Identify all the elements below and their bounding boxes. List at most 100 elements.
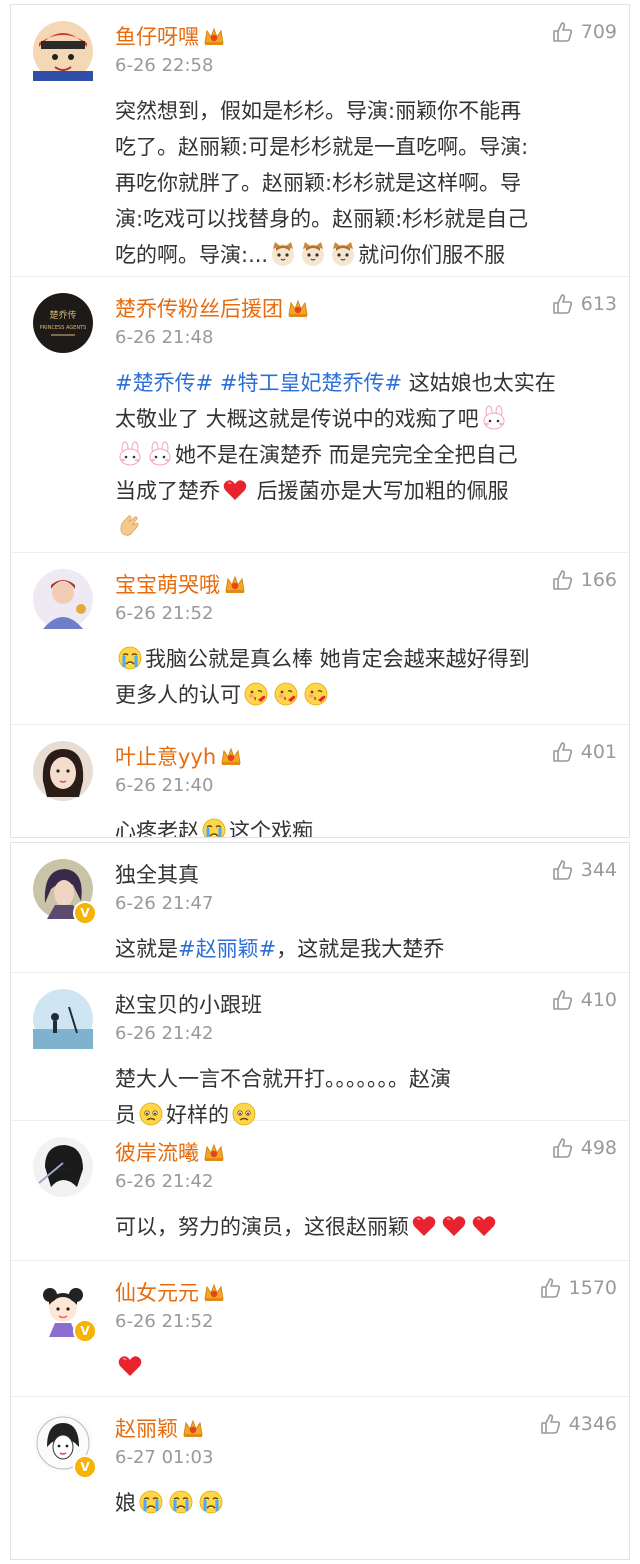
- hashtag-link[interactable]: #赵丽颖#: [178, 937, 276, 961]
- crying-emoji-icon: [168, 1489, 194, 1515]
- red-heart-icon: [222, 477, 248, 503]
- like-button[interactable]: 1570: [539, 1277, 617, 1299]
- silhouette-avatar[interactable]: [33, 989, 93, 1049]
- thumbs-up-icon: [551, 859, 573, 881]
- sketch-girl-avatar[interactable]: [33, 1137, 93, 1197]
- vip-crown-icon: [203, 1142, 225, 1162]
- username[interactable]: 赵宝贝的小跟班: [115, 989, 262, 1019]
- thumbs-up-icon: [539, 1277, 561, 1299]
- like-count: 1570: [568, 1277, 617, 1299]
- comment-text-segment: 吃的啊。导演:...: [115, 243, 269, 267]
- svg-text:楚乔传: 楚乔传: [49, 309, 76, 321]
- username[interactable]: 楚乔传粉丝后援团: [115, 293, 309, 323]
- like-button[interactable]: 401: [551, 741, 617, 763]
- username-label: 楚乔传粉丝后援团: [115, 297, 283, 321]
- username[interactable]: 叶止意yyh: [115, 741, 242, 771]
- comment-panel-bottom: V 独全其真 6-26 21:47 344 这就是#赵丽颖#，这就是我大楚乔 赵宝贝的小跟…: [10, 842, 630, 1560]
- crying-emoji-icon: [117, 645, 143, 671]
- verified-badge-icon: V: [73, 1455, 97, 1479]
- like-button[interactable]: 4346: [539, 1413, 617, 1435]
- like-count: 498: [580, 1137, 617, 1159]
- like-button[interactable]: 709: [551, 21, 617, 43]
- comment-item: V 仙女元元 6-26 21:52 1570: [11, 1261, 629, 1397]
- bunny-emoji-icon: [147, 441, 173, 467]
- comment-text-segment: ，这就是我大楚乔: [276, 937, 445, 961]
- like-count: 401: [580, 741, 617, 763]
- comment-text-segment: 演:吃戏可以找替身的。赵丽颖:杉杉就是自己: [115, 207, 529, 231]
- thumbs-up-icon: [551, 989, 573, 1011]
- woman-avatar[interactable]: [33, 569, 93, 629]
- comment-timestamp: 6-27 01:03: [115, 1447, 214, 1468]
- comment-text-segment: 楚大人一言不合就开打。。。。。。。赵演: [115, 1067, 451, 1091]
- crying-emoji-icon: [201, 817, 227, 837]
- username-label: 叶止意yyh: [115, 745, 217, 769]
- username-label: 独全其真: [115, 863, 199, 887]
- thumbs-up-icon: [551, 569, 573, 591]
- cartoon-boy-avatar[interactable]: [33, 21, 93, 81]
- red-heart-icon: [471, 1213, 497, 1239]
- comment-timestamp: 6-26 21:42: [115, 1023, 214, 1044]
- bunny-emoji-icon: [481, 405, 507, 431]
- username[interactable]: 赵丽颖: [115, 1413, 204, 1443]
- comment-panel-top: 鱼仔呀嘿 6-26 22:58 709 突然想到，假如是杉杉。导演:丽颖你不能再 吃了。…: [10, 4, 630, 838]
- thumbs-up-icon: [551, 21, 573, 43]
- kiss-emoji-icon: [303, 681, 329, 707]
- username-label: 赵丽颖: [115, 1417, 178, 1441]
- comment-timestamp: 6-26 21:48: [115, 327, 214, 348]
- fanclub-logo-avatar[interactable]: 楚乔传 PRINCESS AGENTS: [33, 293, 93, 353]
- thumbs-up-icon: [551, 1137, 573, 1159]
- comment-text-segment: 吃了。赵丽颖:可是杉杉就是一直吃啊。导演:: [115, 135, 529, 159]
- comment-item: 彼岸流曦 6-26 21:42 498 可以，努力的演员，这很赵丽颖: [11, 1121, 629, 1261]
- verified-badge-icon: V: [73, 1319, 97, 1343]
- clapping-hands-icon: [117, 513, 143, 539]
- username-label: 彼岸流曦: [115, 1141, 199, 1165]
- like-button[interactable]: 166: [551, 569, 617, 591]
- username[interactable]: 仙女元元: [115, 1277, 225, 1307]
- svg-text:PRINCESS AGENTS: PRINCESS AGENTS: [40, 325, 87, 331]
- comment-text-segment: 再吃你就胖了。赵丽颖:杉杉就是这样啊。导: [115, 171, 522, 195]
- vip-crown-icon: [220, 746, 242, 766]
- kiss-emoji-icon: [243, 681, 269, 707]
- cat-emoji-icon: [330, 241, 356, 267]
- comment-text: [115, 1349, 609, 1385]
- like-button[interactable]: 410: [551, 989, 617, 1011]
- comment-timestamp: 6-26 21:52: [115, 603, 214, 624]
- red-heart-icon: [117, 1353, 143, 1379]
- comment-timestamp: 6-26 22:58: [115, 55, 214, 76]
- comment-text: 我脑公就是真么棒 她肯定会越来越好得到更多人的认可: [115, 641, 609, 713]
- thumbs-up-icon: [551, 741, 573, 763]
- comment-item: V 赵丽颖 6-27 01:03 4346 娘: [11, 1397, 629, 1559]
- comment-text: 心疼老赵 这个戏痴: [115, 813, 609, 838]
- red-heart-icon: [411, 1213, 437, 1239]
- comment-text-segment: 她不是在演楚乔 而是完完全全把自己: [175, 443, 518, 467]
- vip-crown-icon: [182, 1418, 204, 1438]
- comment-text-segment: 这就是: [115, 937, 178, 961]
- comment-item: 赵宝贝的小跟班 6-26 21:42 410 楚大人一言不合就开打。。。。。。。赵演员…: [11, 973, 629, 1127]
- username[interactable]: 独全其真: [115, 859, 199, 889]
- username[interactable]: 彼岸流曦: [115, 1137, 225, 1167]
- like-button[interactable]: 613: [551, 293, 617, 315]
- username[interactable]: 鱼仔呀嘿: [115, 21, 225, 51]
- username[interactable]: 宝宝萌哭哦: [115, 569, 246, 599]
- username-label: 仙女元元: [115, 1281, 199, 1305]
- comment-text-segment: 更多人的认可: [115, 683, 241, 707]
- comment-text-segment: 我脑公就是真么棒 她肯定会越来越好得到: [145, 647, 530, 671]
- hashtag-link[interactable]: #楚乔传#: [115, 371, 213, 395]
- girl-avatar[interactable]: [33, 741, 93, 801]
- comment-item: 鱼仔呀嘿 6-26 22:58 709 突然想到，假如是杉杉。导演:丽颖你不能再 吃了。…: [11, 5, 629, 277]
- like-button[interactable]: 344: [551, 859, 617, 881]
- hashtag-link[interactable]: #特工皇妃楚乔传#: [220, 371, 402, 395]
- comment-text-segment: 心疼老赵: [115, 819, 199, 838]
- comment-text: 娘: [115, 1485, 609, 1521]
- like-button[interactable]: 498: [551, 1137, 617, 1159]
- comment-text: 这就是#赵丽颖#，这就是我大楚乔: [115, 931, 609, 967]
- vip-crown-icon: [287, 298, 309, 318]
- comment-timestamp: 6-26 21:42: [115, 1171, 214, 1192]
- username-label: 鱼仔呀嘿: [115, 25, 199, 49]
- kiss-emoji-icon: [273, 681, 299, 707]
- comment-text-segment: 这个戏痴: [229, 819, 313, 838]
- comment-item: 叶止意yyh 6-26 21:40 401 心疼老赵 这个戏痴: [11, 725, 629, 837]
- vip-crown-icon: [203, 26, 225, 46]
- weibo-comment-screenshot: 鱼仔呀嘿 6-26 22:58 709 突然想到，假如是杉杉。导演:丽颖你不能再 吃了。…: [0, 0, 640, 1564]
- comment-item: 宝宝萌哭哦 6-26 21:52 166 我脑公就是真么棒 她肯定会越来越好得到更多人…: [11, 553, 629, 725]
